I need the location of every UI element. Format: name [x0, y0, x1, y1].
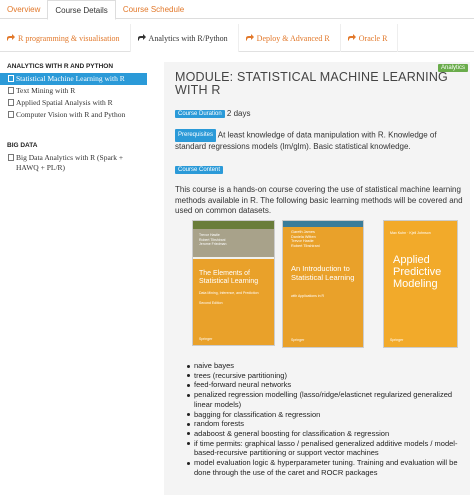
sidebar-item-big-data-analytics[interactable]: Big Data Analytics with R (Spark + HAWQ …	[0, 152, 147, 174]
subtab-r-programming[interactable]: R programming & visualisation	[0, 24, 131, 52]
prerequisites-label: Prerequisites	[175, 129, 217, 142]
list-item: naive bayes	[187, 361, 469, 371]
list-item: penalized regression modelling (lasso/ri…	[187, 390, 469, 409]
book-publisher: Springer	[199, 337, 213, 341]
sidebar-item-label: Statistical Machine Learning with R	[16, 74, 125, 83]
course-duration-row: Course Duration 2 days	[175, 109, 251, 118]
duration-label: Course Duration	[175, 109, 225, 118]
document-icon	[8, 154, 14, 161]
sidebar-item-label: Text Mining with R	[16, 86, 76, 95]
book-cover-applied-predictive-modeling: Max Kuhn · Kjell Johnson Applied Predict…	[383, 220, 458, 348]
sidebar-item-label: Big Data Analytics with R (Spark + HAWQ …	[16, 153, 124, 172]
document-icon	[8, 99, 14, 106]
prerequisites-row: Prerequisites At least knowledge of data…	[175, 129, 460, 152]
sidebar-item-statistical-ml[interactable]: Statistical Machine Learning with R	[0, 73, 147, 85]
course-intro: This course is a hands-on course coverin…	[175, 185, 463, 215]
module-title: MODULE: STATISTICAL MACHINE LEARNING WIT…	[175, 70, 448, 97]
sidebar: ANALYTICS WITH R AND PYTHON Statistical …	[0, 60, 147, 174]
book-cover-elements-of-statistical-learning: Trevor Hastie Robert Tibshirani Jerome F…	[192, 220, 275, 346]
methods-list: naive bayes trees (recursive partitionin…	[187, 361, 469, 477]
tab-course-schedule[interactable]: Course Schedule	[116, 0, 191, 19]
document-icon	[8, 87, 14, 94]
document-icon	[8, 111, 14, 118]
book-author: Robert Tibshirani	[291, 244, 320, 249]
sub-tab-bar: R programming & visualisation Analytics …	[0, 24, 474, 52]
sidebar-item-spatial-analysis[interactable]: Applied Spatial Analysis with R	[0, 97, 147, 109]
book-subtitle: Data Mining, Inference, and Prediction	[199, 291, 259, 295]
sidebar-item-label: Applied Spatial Analysis with R	[16, 98, 113, 107]
share-arrow-icon	[137, 34, 146, 41]
book-publisher: Springer	[390, 338, 404, 342]
module-panel: Analytics MODULE: STATISTICAL MACHINE LE…	[164, 62, 470, 495]
sidebar-group-heading: BIG DATA	[7, 142, 38, 149]
sidebar-item-computer-vision[interactable]: Computer Vision with R and Python	[0, 109, 147, 121]
list-item: trees (recursive partitioning)	[187, 371, 469, 381]
subtab-label: Oracle R	[358, 33, 388, 43]
top-tab-bar: Overview Course Details Course Schedule	[0, 0, 474, 20]
subtab-label: Deploy & Advanced R	[256, 33, 330, 43]
book-title: The Elements of Statistical Learning	[199, 270, 259, 285]
subtab-analytics-r-python[interactable]: Analytics with R/Python	[130, 24, 239, 52]
document-icon	[8, 75, 14, 82]
list-item: bagging for classification & regression	[187, 410, 469, 420]
subtab-label: Analytics with R/Python	[148, 33, 228, 43]
list-item: if time permits: graphical lasso / penal…	[187, 439, 469, 458]
book-edition: Second Edition	[199, 301, 223, 305]
book-title: An Introduction to Statistical Learning	[291, 264, 355, 282]
list-item: adaboost & general boosting for classifi…	[187, 429, 469, 439]
subtab-deploy-advanced-r[interactable]: Deploy & Advanced R	[239, 24, 341, 52]
share-arrow-icon	[245, 34, 254, 41]
subtab-label: R programming & visualisation	[18, 33, 120, 43]
share-arrow-icon	[7, 34, 15, 41]
list-item: model evaluation logic & hyperparameter …	[187, 458, 469, 477]
sidebar-group-heading: ANALYTICS WITH R AND PYTHON	[7, 63, 114, 70]
book-authors: Trevor Hastie Robert Tibshirani Jerome F…	[199, 233, 226, 247]
tab-overview[interactable]: Overview	[0, 0, 47, 19]
share-arrow-icon	[347, 34, 356, 41]
book-author: Jerome Friedman	[199, 242, 227, 246]
cover-band	[193, 221, 274, 229]
book-authors: Max Kuhn · Kjell Johnson	[390, 231, 431, 235]
book-authors: Gareth James Daniela Witten Trevor Hasti…	[291, 230, 320, 249]
sidebar-item-text-mining[interactable]: Text Mining with R	[0, 85, 147, 97]
book-title: Applied Predictive Modeling	[393, 254, 442, 290]
cover-band	[283, 221, 363, 227]
course-content-label: Course Content	[175, 165, 224, 174]
tab-course-details[interactable]: Course Details	[47, 0, 116, 20]
list-item: feed-forward neural networks	[187, 380, 469, 390]
book-subtitle: with Applications in R	[291, 294, 325, 298]
course-content-row: Course Content	[175, 165, 224, 174]
subtab-oracle-r[interactable]: Oracle R	[341, 24, 399, 52]
book-publisher: Springer	[291, 338, 305, 342]
duration-value: 2 days	[226, 109, 251, 118]
list-item: random forests	[187, 419, 469, 429]
book-cover-intro-statistical-learning: Gareth James Daniela Witten Trevor Hasti…	[282, 220, 364, 348]
sidebar-item-label: Computer Vision with R and Python	[16, 110, 126, 119]
